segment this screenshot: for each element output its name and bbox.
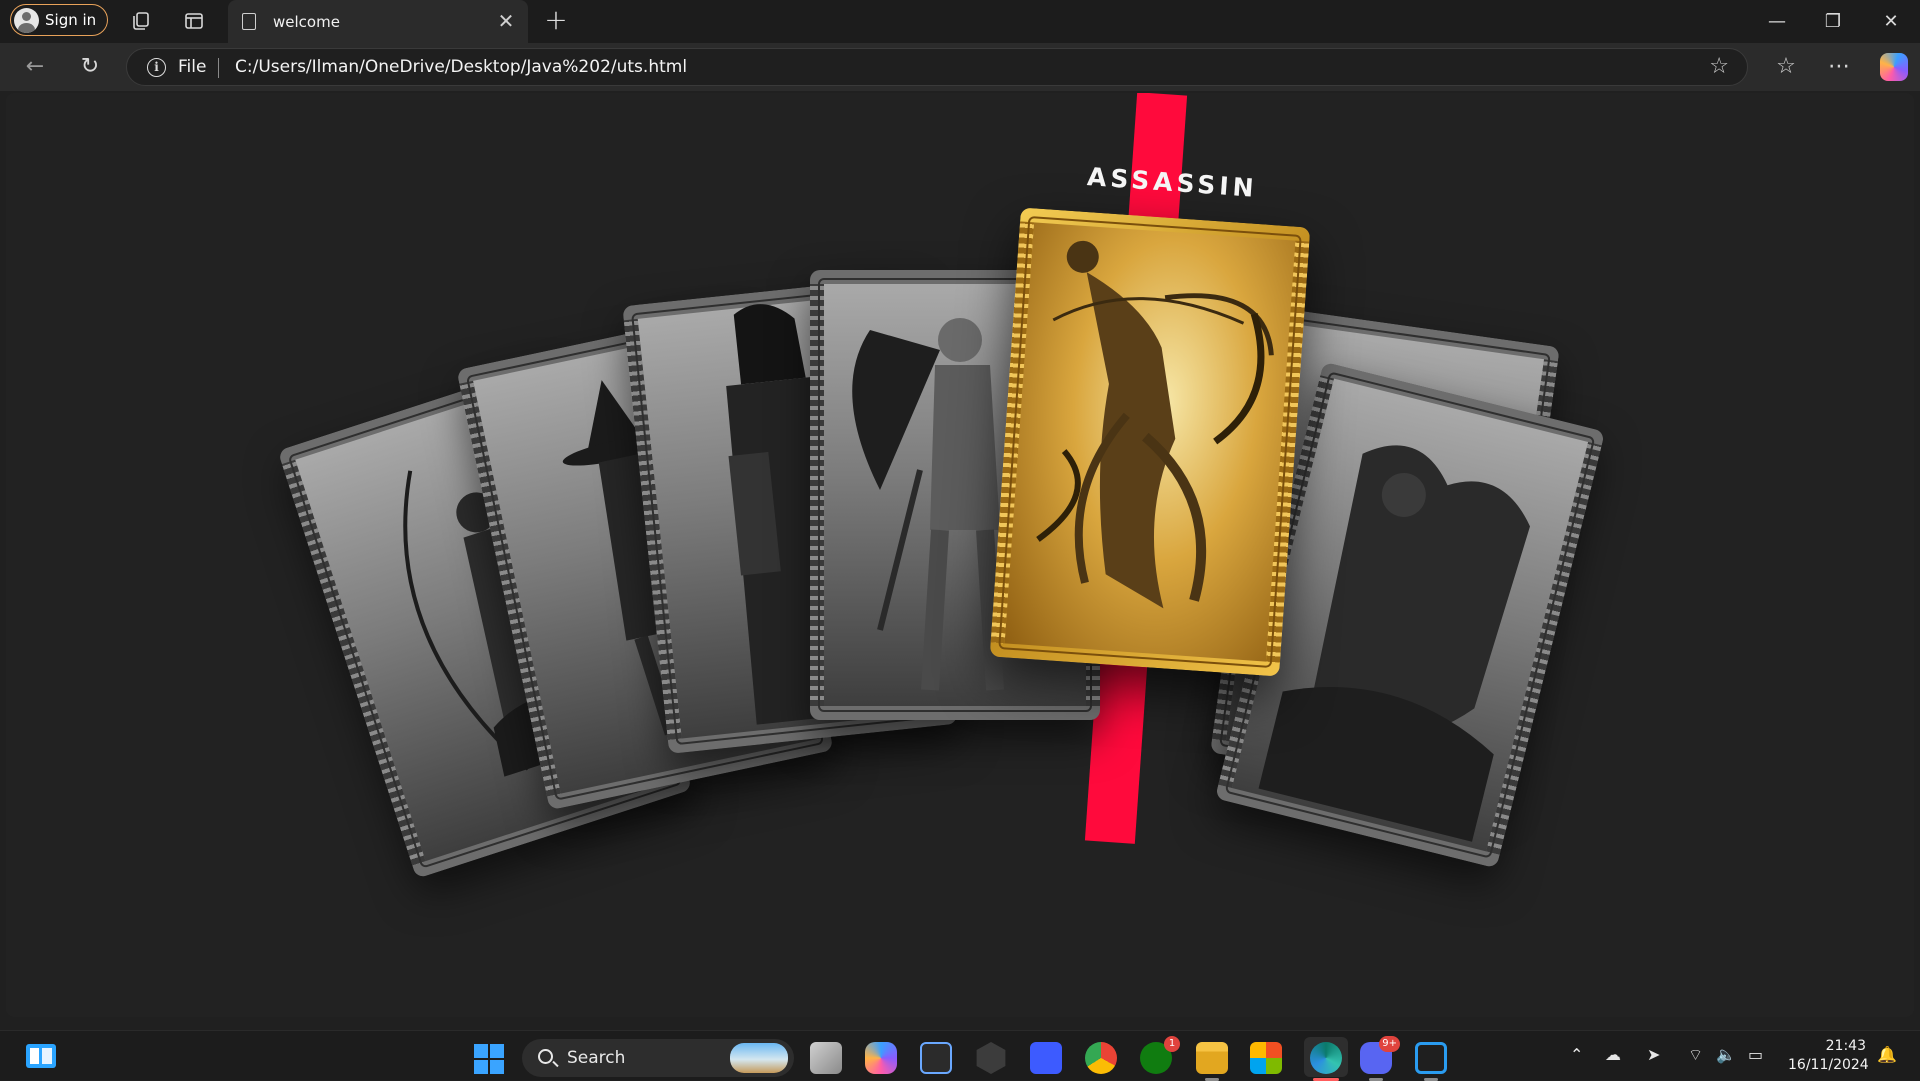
favorite-star-icon[interactable]: ☆ <box>1709 54 1729 79</box>
system-clock[interactable]: 21:43 16/11/2024 <box>1788 1037 1869 1075</box>
onedrive-cloud-icon[interactable]: ☁ <box>1605 1045 1621 1064</box>
window-close-icon[interactable]: ✕ <box>1868 8 1914 36</box>
site-info-icon[interactable]: i <box>147 58 166 77</box>
browser-toolbar: ← ↻ i File C:/Users/Ilman/OneDrive/Deskt… <box>0 43 1920 91</box>
discord-badge: 9+ <box>1379 1036 1400 1052</box>
edge-browser-icon[interactable] <box>1310 1042 1342 1074</box>
widgets-icon[interactable] <box>26 1044 56 1068</box>
wifi-icon[interactable]: ⌔ <box>1688 1045 1703 1065</box>
favorites-icon[interactable]: ☆ <box>1770 51 1802 83</box>
chrome-icon[interactable] <box>1085 1042 1117 1074</box>
windows-start-icon[interactable] <box>474 1044 504 1074</box>
card-stage: ASSASSIN <box>6 93 1914 1017</box>
clock-date: 16/11/2024 <box>1788 1057 1869 1073</box>
url-scheme: File <box>178 57 207 77</box>
address-bar[interactable]: i File C:/Users/Ilman/OneDrive/Desktop/J… <box>126 48 1748 86</box>
microsoft-store-icon[interactable] <box>920 1042 952 1074</box>
battery-icon[interactable]: ▭ <box>1748 1045 1763 1064</box>
search-label: Search <box>567 1048 626 1068</box>
back-arrow-icon[interactable]: ← <box>20 52 50 82</box>
tab-close-icon[interactable]: ✕ <box>496 11 516 31</box>
copilot-icon[interactable] <box>1880 53 1908 81</box>
address-separator <box>218 58 219 78</box>
tab-welcome[interactable]: welcome ✕ <box>228 0 528 43</box>
editor-app-icon[interactable] <box>1030 1042 1062 1074</box>
discord-icon[interactable]: 9+ <box>1360 1036 1400 1074</box>
search-icon <box>538 1049 553 1064</box>
xbox-badge: 1 <box>1164 1036 1180 1052</box>
tab-title: welcome <box>273 12 340 31</box>
page-document-icon <box>242 13 256 30</box>
restore-icon[interactable]: ❐ <box>1810 8 1856 36</box>
profile-avatar-icon <box>14 7 39 33</box>
more-options-icon[interactable]: ⋯ <box>1823 51 1855 83</box>
search-highlight-image <box>730 1043 788 1073</box>
taskbar-search[interactable]: Search <box>522 1039 794 1077</box>
show-hidden-icons-chevron-icon[interactable]: ⌃ <box>1570 1045 1583 1064</box>
class-title: ASSASSIN <box>1086 162 1259 203</box>
workspaces-icon[interactable] <box>130 10 152 32</box>
sign-in-button[interactable]: Sign in <box>10 4 108 36</box>
minimize-icon[interactable]: — <box>1754 8 1800 36</box>
refresh-icon[interactable]: ↻ <box>75 52 105 82</box>
sign-in-label: Sign in <box>45 11 97 29</box>
clock-time: 21:43 <box>1825 1038 1866 1054</box>
url-text[interactable]: C:/Users/Ilman/OneDrive/Desktop/Java%202… <box>235 57 687 77</box>
browser-titlebar: Sign in welcome ✕ + — ❐ ✕ <box>0 0 1920 43</box>
assassin-card[interactable] <box>989 207 1311 677</box>
new-tab-button[interactable]: + <box>543 6 569 34</box>
copilot-taskbar-icon[interactable] <box>865 1042 897 1074</box>
xbox-icon[interactable]: 1 <box>1140 1036 1180 1074</box>
page-viewport: ASSASSIN <box>6 93 1914 1017</box>
volume-icon[interactable]: 🔈 <box>1716 1045 1736 1064</box>
unity-hub-icon[interactable] <box>976 1042 1006 1074</box>
taskbar: Search 1 9+ ⌃ ☁ ➤ ⌔ 🔈 ▭ 21:43 16/11/2024… <box>0 1030 1920 1081</box>
vscode-icon[interactable] <box>1415 1042 1447 1074</box>
assassin-figure <box>1036 240 1274 609</box>
location-arrow-icon[interactable]: ➤ <box>1647 1045 1660 1064</box>
office-app-icon[interactable] <box>1250 1042 1282 1074</box>
task-view-icon[interactable] <box>810 1042 842 1074</box>
vertical-tabs-icon[interactable] <box>183 10 205 32</box>
notification-bell-icon[interactable]: 🔔 <box>1877 1045 1897 1064</box>
file-explorer-icon[interactable] <box>1196 1042 1228 1074</box>
